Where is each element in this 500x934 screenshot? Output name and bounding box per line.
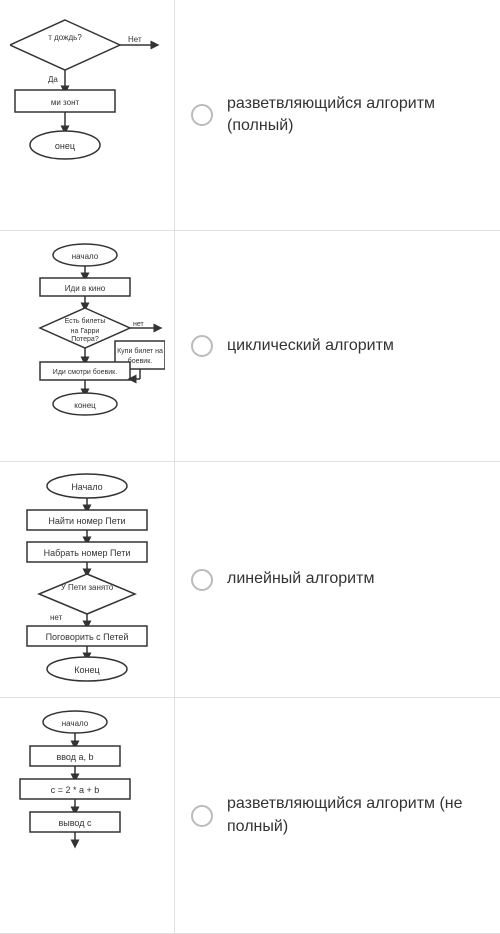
svg-text:c = 2 * a + b: c = 2 * a + b [50,785,99,795]
quiz-row-2: начало Иди в кино Есть билеты на Гарри П… [0,231,500,462]
svg-text:т дождь?: т дождь? [48,33,82,42]
svg-text:Да: Да [48,75,58,84]
svg-text:Потера?: Потера? [71,336,99,343]
svg-text:У Пети занято: У Пети занято [60,583,113,592]
chart-panel-2: начало Иди в кино Есть билеты на Гарри П… [0,231,175,461]
svg-text:конец: конец [74,401,96,410]
svg-text:Нет: Нет [128,35,142,44]
svg-text:ми зонт: ми зонт [50,98,79,107]
chart-svg-1: т дождь? Нет Да ми зонт онец [10,10,165,220]
answer-panel-4: разветвляющийся алгоритм (не полный) [175,698,500,933]
answer-label-3: линейный алгоритм [227,568,374,590]
chart-svg-2: начало Иди в кино Есть билеты на Гарри П… [10,241,165,451]
chart-panel-1: т дождь? Нет Да ми зонт онец [0,0,175,230]
svg-text:нет: нет [133,321,145,328]
svg-text:онец: онец [54,141,74,151]
svg-text:на Гарри: на Гарри [70,328,99,335]
svg-text:вывод c: вывод c [58,818,91,828]
answer-panel-3: линейный алгоритм [175,462,500,697]
radio-3[interactable] [191,569,213,591]
svg-text:начало: начало [61,719,88,728]
chart-panel-4: начало ввод a, b c = 2 * a + b вывод c [0,698,175,933]
chart-panel-3: Начало Найти номер Пети Набрать номер Пе… [0,462,175,697]
chart-svg-3: Начало Найти номер Пети Набрать номер Пе… [10,472,165,687]
svg-text:ввод a, b: ввод a, b [56,752,93,762]
chart-svg-4: начало ввод a, b c = 2 * a + b вывод c [10,708,165,923]
answer-label-1: разветвляющийся алгоритм (полный) [227,93,484,138]
svg-text:нет: нет [50,613,63,622]
quiz-row-4: начало ввод a, b c = 2 * a + b вывод c [0,698,500,934]
svg-text:Иди в кино: Иди в кино [64,284,105,293]
answer-panel-2: циклический алгоритм [175,231,500,461]
svg-text:Поговорить с Петей: Поговорить с Петей [45,632,128,642]
answer-panel-1: разветвляющийся алгоритм (полный) [175,0,500,230]
svg-text:Конец: Конец [74,665,99,675]
answer-label-2: циклический алгоритм [227,335,394,357]
quiz-container: т дождь? Нет Да ми зонт онец [0,0,500,934]
quiz-row-3: Начало Найти номер Пети Набрать номер Пе… [0,462,500,698]
svg-text:Набрать номер Пети: Набрать номер Пети [43,548,130,558]
radio-2[interactable] [191,335,213,357]
quiz-row-1: т дождь? Нет Да ми зонт онец [0,0,500,231]
svg-text:Купи билет на: Купи билет на [117,347,163,355]
answer-label-4: разветвляющийся алгоритм (не полный) [227,793,484,838]
svg-text:Иди смотри боевик.: Иди смотри боевик. [52,368,116,376]
svg-text:начало: начало [71,252,98,261]
radio-4[interactable] [191,805,213,827]
svg-text:Есть билеты: Есть билеты [64,317,105,325]
svg-text:Начало: Начало [71,482,102,492]
svg-text:Найти номер Пети: Найти номер Пети [48,516,125,526]
radio-1[interactable] [191,104,213,126]
svg-text:боевик.: боевик. [127,357,151,365]
